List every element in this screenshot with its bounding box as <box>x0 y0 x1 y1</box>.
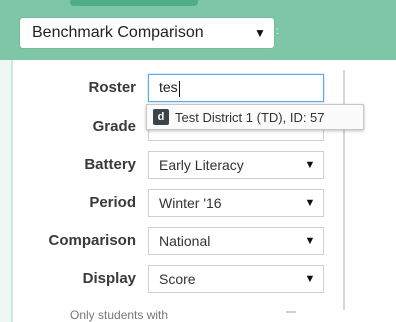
report-settings-panel: Benchmark Comparison ▼ : Roster tes Grad… <box>0 0 396 322</box>
battery-dropdown[interactable]: Early Literacy ▼ <box>148 151 324 179</box>
chevron-down-icon: ▼ <box>304 159 316 171</box>
report-type-dropdown[interactable]: Benchmark Comparison ▼ <box>20 18 274 48</box>
battery-row: Battery Early Literacy ▼ <box>0 151 396 181</box>
period-value: Winter '16 <box>159 195 222 211</box>
grade-label: Grade <box>92 118 136 135</box>
period-dropdown[interactable]: Winter '16 ▼ <box>148 189 324 217</box>
roster-suggestion-text: Test District 1 (TD), ID: 57 <box>175 109 325 125</box>
chevron-down-icon: ▼ <box>254 26 266 40</box>
display-row: Display Score ▼ <box>0 265 396 295</box>
report-type-value: Benchmark Comparison <box>32 24 204 41</box>
comparison-dropdown[interactable]: National ▼ <box>148 227 324 255</box>
chevron-down-icon: ▼ <box>304 273 316 285</box>
roster-row: Roster tes <box>0 74 396 104</box>
active-tab-indicator <box>70 0 198 6</box>
chevron-down-icon: ▼ <box>304 197 316 209</box>
chevron-down-icon: ▼ <box>304 235 316 247</box>
only-students-toggle[interactable] <box>286 311 296 313</box>
battery-value: Early Literacy <box>159 157 244 173</box>
roster-input[interactable]: tes <box>148 74 324 102</box>
text-cursor <box>178 80 180 97</box>
period-row: Period Winter '16 ▼ <box>0 189 396 219</box>
header-separator: : <box>276 26 279 37</box>
display-label: Display <box>82 270 136 287</box>
battery-label: Battery <box>84 156 136 173</box>
comparison-row: Comparison National ▼ <box>0 227 396 257</box>
only-students-option-label: Only students with <box>70 308 169 322</box>
comparison-label: Comparison <box>48 232 136 249</box>
district-badge-icon: d <box>153 109 169 125</box>
comparison-value: National <box>159 233 211 249</box>
roster-label: Roster <box>88 79 136 96</box>
roster-suggestion-item[interactable]: d Test District 1 (TD), ID: 57 <box>146 104 364 130</box>
roster-input-value: tes <box>159 79 178 96</box>
display-value: Score <box>159 271 196 287</box>
period-label: Period <box>89 194 136 211</box>
display-dropdown[interactable]: Score ▼ <box>148 265 324 293</box>
